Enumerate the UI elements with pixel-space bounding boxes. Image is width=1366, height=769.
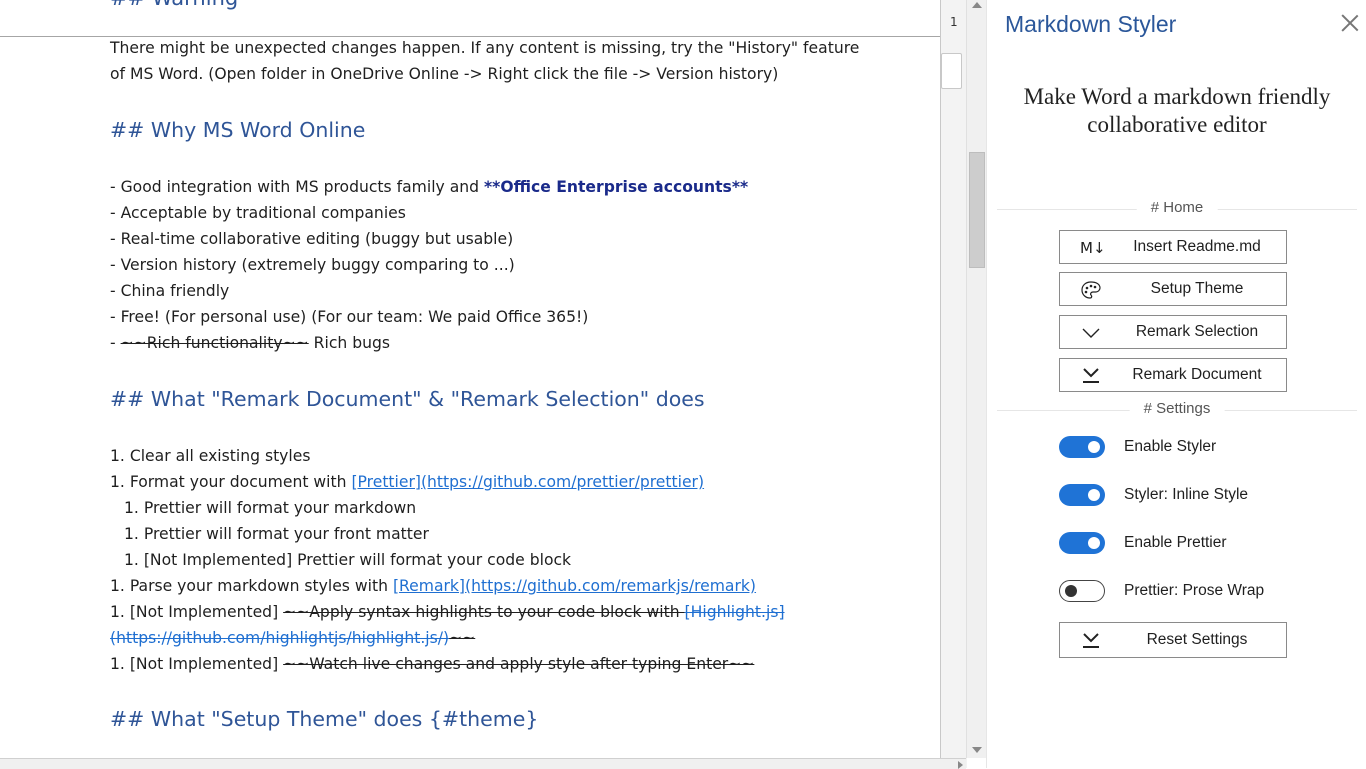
list-item: - Free! (For personal use) (For our team…	[110, 308, 589, 326]
page-number: 1	[950, 15, 958, 29]
markdown-icon: M↓	[1080, 239, 1106, 257]
strike-text: ~~Apply syntax highlights to your code b…	[283, 603, 685, 621]
remark-link[interactable]: [Remark](https://github.com/remarkjs/rem…	[393, 577, 756, 595]
toggle-label: Styler: Inline Style	[1124, 486, 1249, 503]
list-item: 1. Prettier will format your front matte…	[124, 525, 429, 543]
palette-icon	[1080, 280, 1104, 300]
reset-settings-label: Reset Settings	[1146, 631, 1248, 648]
close-icon[interactable]	[1339, 12, 1361, 34]
doc-paragraph-2: of MS Word. (Open folder in OneDrive Onl…	[110, 65, 779, 83]
remark-document-label: Remark Document	[1132, 366, 1262, 383]
panel-title: Markdown Styler	[1005, 11, 1177, 37]
page-divider	[0, 36, 940, 37]
document-canvas[interactable]: ## Warning There might be unexpected cha…	[0, 0, 940, 768]
reset-settings-button[interactable]: Reset Settings	[1059, 622, 1287, 658]
markdown-styler-panel: Markdown Styler Make Word a markdown fri…	[986, 0, 1366, 768]
list-item: 1. Prettier will format your markdown	[124, 499, 417, 517]
list-text: - Good integration with MS products fami…	[110, 178, 485, 196]
list-text: Rich bugs	[308, 334, 391, 352]
list-text: 1. [Not Implemented]	[110, 603, 284, 621]
switch-knob	[1065, 585, 1077, 597]
list-text: -	[110, 334, 121, 352]
prose-wrap-switch[interactable]	[1059, 580, 1105, 602]
chevron-to-bottom-icon	[1080, 366, 1104, 386]
settings-section-divider: # Settings	[997, 400, 1357, 417]
prettier-link[interactable]: [Prettier](https://github.com/prettier/p…	[351, 473, 704, 491]
insert-readme-label: Insert Readme.md	[1133, 238, 1261, 255]
list-item: 1. [Not Implemented] ~~Watch live change…	[110, 654, 754, 674]
heading-setup-theme: ## What "Setup Theme" does {#theme}	[110, 707, 539, 731]
remark-document-button[interactable]: Remark Document	[1059, 358, 1287, 392]
panel-tagline: Make Word a markdown friendly collaborat…	[987, 83, 1366, 139]
list-item: - China friendly	[110, 282, 230, 300]
switch-knob	[1088, 489, 1100, 501]
list-item: 1. [Not Implemented] ~~Apply syntax high…	[110, 602, 785, 622]
list-item: - Real-time collaborative editing (buggy…	[110, 230, 514, 248]
home-section-label: # Home	[1136, 199, 1218, 216]
home-section-divider: # Home	[997, 199, 1357, 216]
list-item: (https://github.com/highlightjs/highligh…	[110, 628, 475, 648]
switch-knob	[1088, 537, 1100, 549]
page-marker[interactable]	[941, 53, 962, 89]
remark-selection-button[interactable]: Remark Selection	[1059, 315, 1287, 349]
inline-style-switch[interactable]	[1059, 484, 1105, 506]
enable-styler-switch[interactable]	[1059, 436, 1105, 458]
list-item: 1. [Not Implemented] Prettier will forma…	[124, 551, 572, 569]
horizontal-scrollbar[interactable]	[0, 758, 966, 769]
tagline-line-1: Make Word a markdown friendly	[1023, 84, 1331, 109]
highlightjs-link[interactable]: [Highlight.js]	[685, 603, 785, 621]
toggle-label: Prettier: Prose Wrap	[1124, 582, 1265, 599]
list-item: 1. Clear all existing styles	[110, 447, 311, 465]
tagline-line-2: collaborative editor	[1087, 112, 1267, 137]
strike-text: ~~	[449, 629, 476, 647]
list-item: - Acceptable by traditional companies	[110, 204, 406, 222]
list-text: 1. [Not Implemented]	[110, 655, 284, 673]
page-ruler: 1	[940, 0, 967, 768]
heading-why-ms-word: ## Why MS Word Online	[110, 118, 366, 142]
list-item: 1. Parse your markdown styles with [Rema…	[110, 576, 756, 596]
chevron-down-icon	[1080, 323, 1104, 343]
strike-text: ~~Rich functionality~~	[120, 334, 309, 352]
setup-theme-button[interactable]: Setup Theme	[1059, 272, 1287, 306]
switch-knob	[1088, 441, 1100, 453]
list-item: - Good integration with MS products fami…	[110, 177, 748, 197]
list-item: - Version history (extremely buggy compa…	[110, 256, 515, 274]
doc-paragraph-1: There might be unexpected changes happen…	[110, 39, 860, 57]
cut-heading: ## Warning	[110, 0, 238, 10]
list-item: - ~~Rich functionality~~ Rich bugs	[110, 333, 390, 353]
enable-prettier-switch[interactable]	[1059, 532, 1105, 554]
scrollbar-thumb[interactable]	[969, 152, 985, 268]
strike-text: ~~Watch live changes and apply style aft…	[283, 655, 755, 673]
remark-selection-label: Remark Selection	[1135, 323, 1259, 340]
toggle-label: Enable Prettier	[1124, 534, 1227, 551]
setup-theme-label: Setup Theme	[1150, 280, 1244, 297]
toggle-label: Enable Styler	[1124, 438, 1217, 455]
chevron-to-bottom-icon	[1080, 631, 1104, 651]
scroll-up-arrow-icon[interactable]	[972, 2, 982, 8]
insert-readme-button[interactable]: M↓ Insert Readme.md	[1059, 230, 1287, 264]
highlightjs-url-link[interactable]: (https://github.com/highlightjs/highligh…	[110, 629, 449, 647]
list-text: 1. Format your document with	[110, 473, 352, 491]
settings-section-label: # Settings	[1129, 400, 1225, 417]
list-item: 1. Format your document with [Prettier](…	[110, 472, 704, 492]
scroll-down-arrow-icon[interactable]	[972, 747, 982, 753]
vertical-scrollbar[interactable]	[966, 0, 987, 758]
heading-what-remark: ## What "Remark Document" & "Remark Sele…	[110, 387, 705, 411]
bold-text: **Office Enterprise accounts**	[484, 178, 749, 196]
list-text: 1. Parse your markdown styles with	[110, 577, 393, 595]
